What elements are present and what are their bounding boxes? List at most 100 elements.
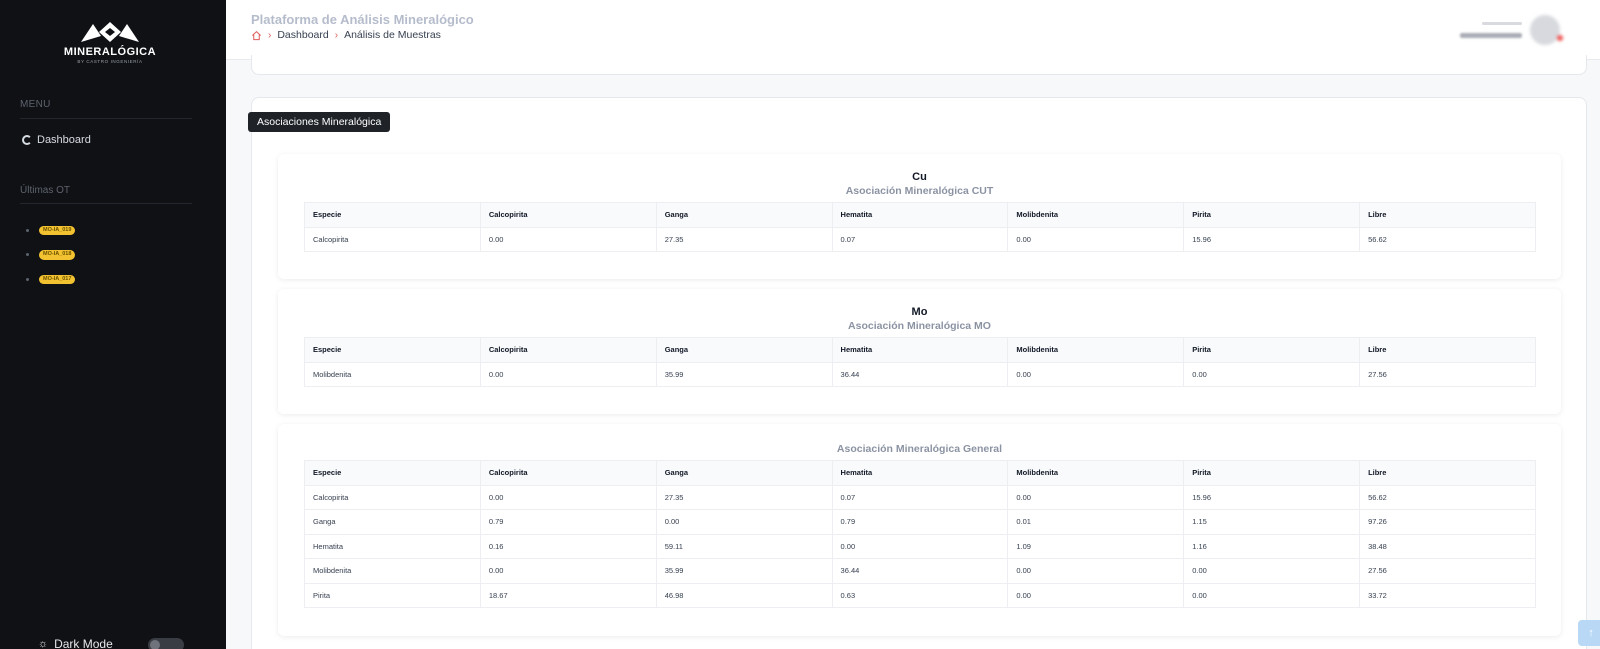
- table-cell: 15.96: [1183, 226, 1361, 252]
- table-cell: 1.16: [1183, 533, 1361, 559]
- previous-card: [251, 55, 1587, 75]
- table-row: Molibdenita 0.00 35.99 36.44 0.00 0.00 27.56: [304, 558, 1536, 584]
- ot-badge[interactable]: MO-IA_018: [39, 250, 76, 260]
- table-cell: Hematita: [304, 533, 481, 559]
- card-subtitle: Asociación Mineralógica CUT: [845, 185, 994, 197]
- table-header-row: Especie Calcopirita Ganga Hematita Molibdeni…: [304, 460, 1536, 486]
- ot-badge[interactable]: MO-IA_017: [39, 274, 76, 284]
- table-cell: 15.96: [1183, 484, 1361, 510]
- table-cell: 27.35: [655, 484, 833, 510]
- table-cell: 36.44: [831, 558, 1009, 584]
- table-cell: 0.00: [479, 558, 657, 584]
- status-dot: [1557, 35, 1563, 41]
- table-cell: 0.00: [831, 533, 1009, 559]
- column-header: Ganga: [655, 460, 833, 486]
- table-cell: Molibdenita: [304, 361, 481, 387]
- column-header: Calcopirita: [479, 337, 657, 363]
- toggle-knob: [150, 640, 160, 649]
- table-cell: 0.00: [479, 361, 657, 387]
- table-row: Calcopirita 0.00 27.35 0.07 0.00 15.96 56.62: [304, 226, 1536, 252]
- table-cell: 1.09: [1007, 533, 1185, 559]
- table-cell: 0.00: [1183, 558, 1361, 584]
- table-cell: 38.48: [1359, 533, 1536, 559]
- column-header: Libre: [1359, 202, 1536, 228]
- table-cell: Molibdenita: [304, 558, 481, 584]
- menu-divider: [20, 118, 192, 119]
- table-cell: 36.44: [831, 361, 1009, 387]
- menu-header: MENU: [20, 99, 51, 110]
- table-cell: 0.00: [1007, 226, 1185, 252]
- user-menu[interactable]: [1460, 15, 1563, 45]
- table-cell: 27.35: [655, 226, 833, 252]
- table-cell: 0.00: [1183, 582, 1361, 608]
- dark-mode-toggle[interactable]: [148, 638, 184, 649]
- section-tag: Asociaciones Mineralógica: [248, 112, 391, 132]
- table-cell: 0.00: [1183, 361, 1361, 387]
- recent-ot-header: Últimas OT: [20, 185, 70, 196]
- column-header: Ganga: [655, 337, 833, 363]
- column-header: Libre: [1359, 337, 1536, 363]
- bullet-icon: [26, 228, 29, 232]
- table-cell: 56.62: [1359, 484, 1536, 510]
- column-header: Hematita: [831, 460, 1009, 486]
- table-cell: 0.00: [1007, 558, 1185, 584]
- table-cell: 35.99: [655, 361, 833, 387]
- avatar[interactable]: [1530, 15, 1563, 45]
- card-mo: Mo Asociación Mineralógica MO Especie Cal…: [278, 289, 1561, 414]
- ot-badge[interactable]: MO-IA_019: [39, 225, 76, 235]
- bullet-icon: [26, 253, 29, 257]
- table-cell: 0.63: [831, 582, 1009, 608]
- column-header: Ganga: [655, 202, 833, 228]
- column-header: Molibdenita: [1007, 337, 1185, 363]
- recent-ot-list: MO-IA_019 MO-IA_018 MO-IA_017: [26, 218, 76, 292]
- table-cell: 0.00: [655, 509, 833, 535]
- column-header: Especie: [304, 460, 481, 486]
- table-cell: 0.00: [1007, 582, 1185, 608]
- table-cell: 0.79: [831, 509, 1009, 535]
- card-general: Asociación Mineralógica General Especie C…: [278, 424, 1561, 636]
- scroll-to-top-button[interactable]: ↑: [1578, 620, 1600, 646]
- home-icon[interactable]: [251, 30, 262, 41]
- column-header: Molibdenita: [1007, 460, 1185, 486]
- column-header: Calcopirita: [479, 202, 657, 228]
- card-title: Cu: [912, 171, 927, 183]
- user-name: [1460, 33, 1522, 38]
- ot-item[interactable]: MO-IA_019: [26, 218, 76, 243]
- column-header: Molibdenita: [1007, 202, 1185, 228]
- table-cell: 59.11: [655, 533, 833, 559]
- table-cell: 27.56: [1359, 361, 1536, 387]
- column-header: Pirita: [1183, 202, 1361, 228]
- column-header: Especie: [304, 337, 481, 363]
- table-row: Pirita 18.67 46.98 0.63 0.00 0.00 33.72: [304, 582, 1536, 608]
- card-subtitle: Asociación Mineralógica MO: [848, 320, 991, 332]
- column-header: Hematita: [831, 202, 1009, 228]
- topbar: Plataforma de Análisis Mineralógico › Da…: [226, 0, 1600, 60]
- table-cell: Calcopirita: [304, 484, 481, 510]
- logo[interactable]: MINERALÓGICA BY CASTRO INGENIERÍA: [60, 20, 160, 64]
- column-header: Especie: [304, 202, 481, 228]
- dark-mode-label: Dark Mode: [54, 637, 113, 649]
- bullet-icon: [26, 277, 29, 281]
- sidebar-item-dashboard[interactable]: Dashboard: [22, 134, 91, 146]
- user-role: [1482, 22, 1522, 25]
- column-header: Pirita: [1183, 337, 1361, 363]
- table-cell: Pirita: [304, 582, 481, 608]
- ot-item[interactable]: MO-IA_018: [26, 243, 76, 268]
- column-header: Libre: [1359, 460, 1536, 486]
- card-title: Mo: [911, 306, 928, 318]
- table-cell: 0.00: [479, 484, 657, 510]
- ot-item[interactable]: MO-IA_017: [26, 267, 76, 292]
- association-table: Especie Calcopirita Ganga Hematita Molibdeni…: [304, 202, 1536, 252]
- table-cell: 35.99: [655, 558, 833, 584]
- sidebar-item-label: Dashboard: [37, 134, 91, 146]
- breadcrumb-item-dashboard[interactable]: Dashboard: [277, 29, 328, 41]
- table-cell: 97.26: [1359, 509, 1536, 535]
- table-cell: 0.00: [1007, 484, 1185, 510]
- association-table: Especie Calcopirita Ganga Hematita Molibdeni…: [304, 460, 1536, 608]
- table-cell: 0.01: [1007, 509, 1185, 535]
- table-row: Hematita 0.16 59.11 0.00 1.09 1.16 38.48: [304, 533, 1536, 559]
- breadcrumb: › Dashboard › Análisis de Muestras: [251, 29, 441, 41]
- table-cell: 0.00: [1007, 361, 1185, 387]
- table-cell: Calcopirita: [304, 226, 481, 252]
- table-cell: 0.16: [479, 533, 657, 559]
